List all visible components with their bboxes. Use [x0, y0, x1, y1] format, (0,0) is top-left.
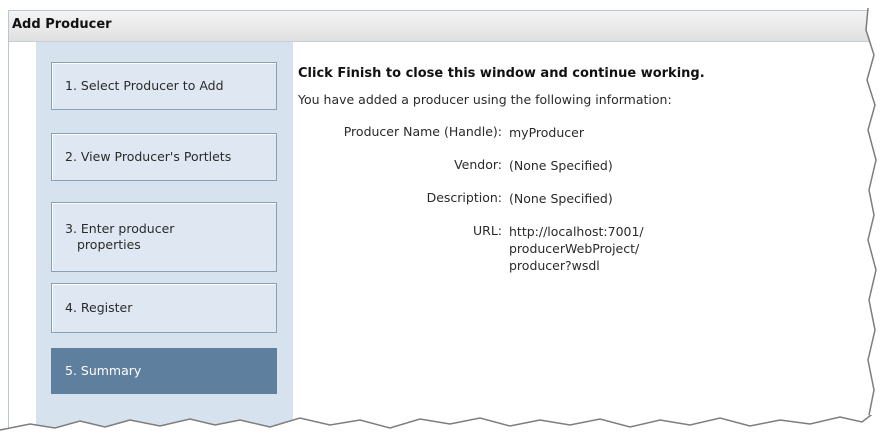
- title-bar: Add Producer: [9, 11, 871, 42]
- step-summary-current[interactable]: 5. Summary: [51, 348, 277, 394]
- field-label: Vendor:: [454, 157, 502, 172]
- field-value-url: http://localhost:7001/ producerWebProjec…: [509, 223, 644, 274]
- url-line-3: producer?wsdl: [509, 258, 600, 273]
- url-line-2: producerWebProject/: [509, 241, 640, 256]
- step-label-line-1: 3. Enter producer: [65, 221, 175, 236]
- field-label: URL:: [472, 223, 502, 238]
- step-label-line-2: properties: [77, 237, 141, 252]
- step-label: 1. Select Producer to Add: [65, 78, 224, 93]
- summary-intro: You have added a producer using the foll…: [298, 92, 672, 107]
- field-value: (None Specified): [509, 191, 613, 206]
- step-register[interactable]: 4. Register: [51, 283, 277, 333]
- left-margin: [9, 42, 36, 432]
- step-label: 4. Register: [65, 300, 133, 315]
- step-label: 2. View Producer's Portlets: [65, 149, 232, 164]
- step-select-producer[interactable]: 1. Select Producer to Add: [51, 62, 277, 110]
- dialog-title: Add Producer: [12, 17, 112, 32]
- finish-instruction: Click Finish to close this window and co…: [298, 66, 705, 81]
- field-label: Description:: [426, 190, 502, 205]
- field-value: myProducer: [509, 125, 584, 140]
- summary-content: Click Finish to close this window and co…: [293, 42, 871, 432]
- wizard-steps-panel: 1. Select Producer to Add 2. View Produc…: [36, 42, 293, 432]
- url-line-1: http://localhost:7001/: [509, 224, 644, 239]
- field-value: (None Specified): [509, 158, 613, 173]
- step-view-portlets[interactable]: 2. View Producer's Portlets: [51, 133, 277, 181]
- step-enter-properties[interactable]: 3. Enter producer properties: [51, 202, 277, 272]
- field-label: Producer Name (Handle):: [343, 124, 502, 139]
- add-producer-dialog: Add Producer 1. Select Producer to Add 2…: [8, 10, 871, 432]
- step-label: 5. Summary: [65, 363, 142, 378]
